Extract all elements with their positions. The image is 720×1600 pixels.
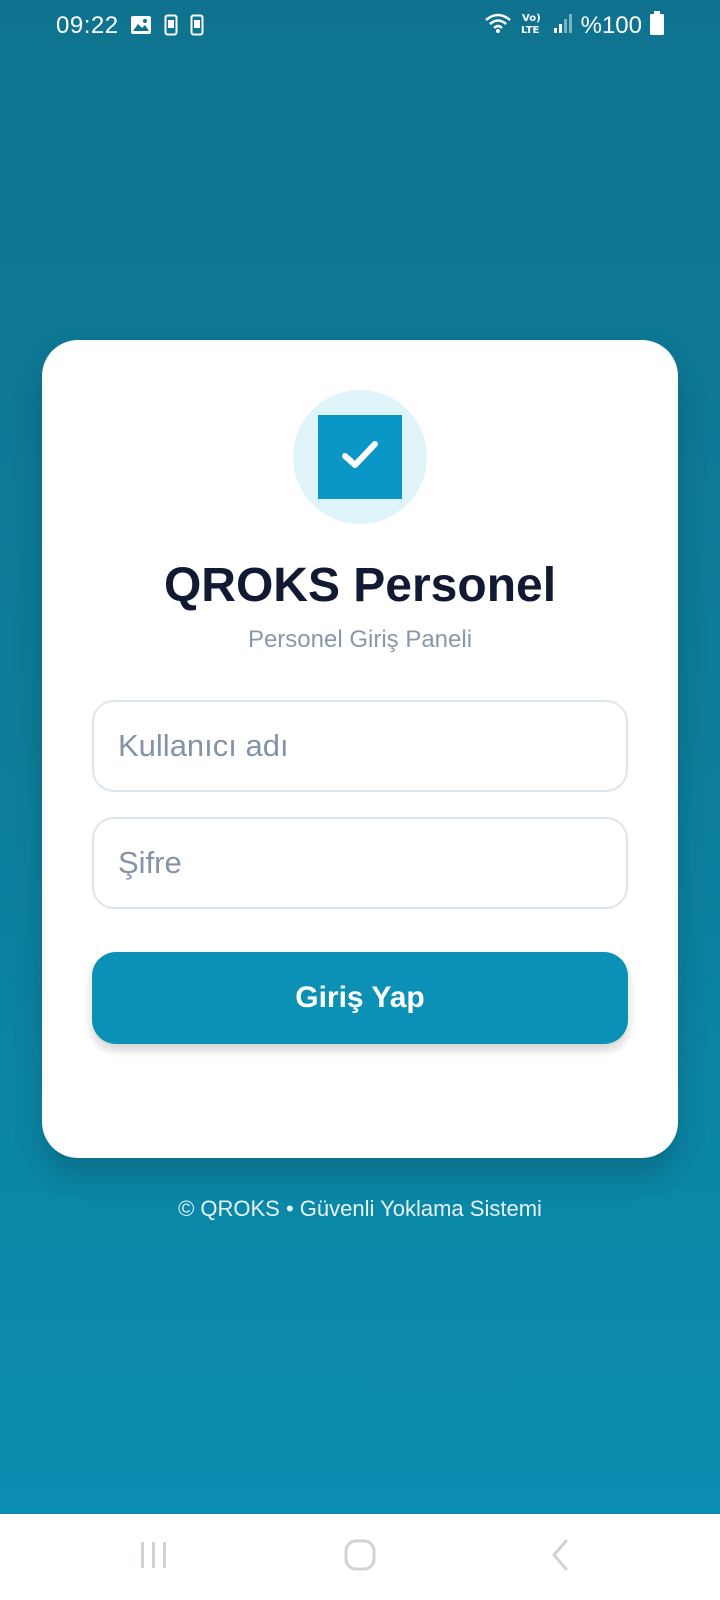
volte-lte-icon: Vo) LTE (521, 10, 545, 41)
footer-text: © QROKS • Güvenli Yoklama Sistemi (178, 1196, 542, 1221)
login-button[interactable]: Giriş Yap (92, 952, 628, 1044)
status-bar: 09:22 Vo) LTE %100 (0, 0, 720, 56)
signal-icon (553, 12, 573, 39)
svg-text:Vo): Vo) (522, 13, 541, 24)
status-notification-icons (130, 14, 204, 41)
battery-level: %100 (580, 11, 642, 39)
status-system-icons: Vo) LTE %100 (483, 10, 664, 41)
check-icon (340, 438, 380, 477)
username-input[interactable] (92, 700, 628, 792)
battery-icon (650, 11, 664, 40)
phone-sim-icon (164, 14, 178, 41)
logo-badge (293, 390, 427, 524)
status-time: 09:22 (56, 12, 119, 39)
image-icon (130, 15, 152, 40)
home-icon (342, 1537, 378, 1578)
password-input[interactable] (92, 817, 628, 909)
login-card: QROKS Personel Personel Giriş Paneli Gir… (42, 340, 678, 1158)
recent-apps-icon (137, 1540, 171, 1575)
back-button[interactable] (520, 1528, 600, 1586)
page-title: QROKS Personel (163, 559, 557, 612)
page-subtitle: Personel Giriş Paneli (247, 626, 473, 653)
logo-square (318, 415, 402, 499)
phone-sim-icon (190, 14, 204, 41)
back-icon (548, 1538, 572, 1577)
home-button[interactable] (320, 1528, 400, 1586)
svg-text:LTE: LTE (521, 25, 540, 36)
wifi-icon (483, 11, 513, 40)
recent-apps-button[interactable] (114, 1528, 194, 1586)
system-nav-bar (0, 1514, 720, 1600)
